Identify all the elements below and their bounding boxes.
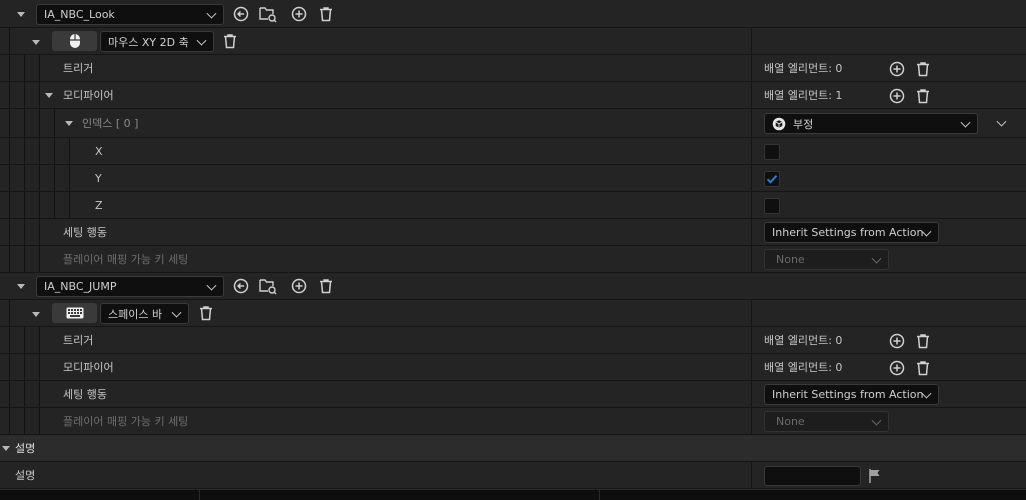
- key-select-mouse[interactable]: 마우스 XY 2D 축: [100, 31, 214, 52]
- mouse-icon: [69, 34, 80, 48]
- z-checkbox[interactable]: [764, 198, 780, 214]
- settings-select[interactable]: Inherit Settings from Action: [764, 222, 939, 243]
- modifier-class-select[interactable]: 부정: [764, 113, 978, 134]
- collapse-triangle[interactable]: [2, 446, 10, 451]
- array-count: 배열 엘리먼트: 0: [764, 361, 843, 374]
- action-select-value: IA_NBC_Look: [44, 8, 115, 21]
- index-label: 인덱스 [ 0 ]: [82, 117, 139, 130]
- trash-icon[interactable]: [915, 333, 931, 349]
- player-settings-row-jump: 플레이어 매핑 가능 키 세팅 None: [0, 408, 1026, 435]
- player-settings-row-look: 플레이어 매핑 가능 키 세팅 None: [0, 246, 1026, 273]
- trigger-label: 트리거: [63, 334, 94, 347]
- reset-arrow-icon[interactable]: [233, 6, 249, 22]
- description-row: 설명: [0, 462, 1026, 489]
- settings-label: 세팅 행동: [63, 226, 107, 239]
- chevron-down-icon: [206, 8, 217, 19]
- player-settings-value: None: [776, 415, 805, 428]
- chevron-down-icon: [196, 35, 207, 46]
- trash-icon[interactable]: [915, 61, 931, 77]
- key-select-value: 마우스 XY 2D 축: [108, 35, 189, 49]
- action-select-jump[interactable]: IA_NBC_JUMP: [36, 276, 224, 297]
- browse-folder-icon[interactable]: [259, 277, 277, 295]
- expand-chevron-icon[interactable]: [996, 116, 1007, 127]
- description-section-header[interactable]: 설명: [0, 435, 1026, 462]
- negate-icon: [772, 117, 786, 131]
- player-settings-label: 플레이어 매핑 가능 키 세팅: [63, 253, 189, 266]
- trigger-row-jump: 트리거 배열 엘리먼트: 0: [0, 327, 1026, 354]
- collapse-triangle[interactable]: [32, 312, 40, 317]
- bottom-bar: [0, 489, 1026, 500]
- player-settings-select[interactable]: None: [764, 411, 889, 432]
- trash-icon[interactable]: [198, 305, 214, 321]
- action-row-jump: IA_NBC_JUMP: [0, 273, 1026, 300]
- add-circle-icon[interactable]: [291, 278, 307, 294]
- settings-select[interactable]: Inherit Settings from Action: [764, 384, 939, 405]
- keyboard-icon: [66, 307, 83, 319]
- description-input[interactable]: [764, 466, 861, 486]
- collapse-triangle[interactable]: [17, 284, 25, 289]
- trash-icon[interactable]: [915, 360, 931, 376]
- add-circle-icon[interactable]: [889, 360, 905, 376]
- add-circle-icon[interactable]: [889, 333, 905, 349]
- settings-select-value: Inherit Settings from Action: [772, 388, 924, 401]
- array-count: 배열 엘리먼트: 0: [764, 62, 843, 75]
- trash-icon[interactable]: [915, 88, 931, 104]
- trash-icon[interactable]: [318, 278, 334, 294]
- key-row-mouse: 마우스 XY 2D 축: [0, 28, 1026, 55]
- chevron-down-icon: [171, 307, 182, 318]
- key-selector-button[interactable]: [52, 31, 97, 51]
- y-row: Y: [0, 165, 1026, 192]
- chevron-down-icon: [871, 415, 882, 426]
- reset-arrow-icon[interactable]: [233, 278, 249, 294]
- player-settings-select[interactable]: None: [764, 249, 889, 270]
- settings-row-jump: 세팅 행동 Inherit Settings from Action: [0, 381, 1026, 408]
- trigger-label: 트리거: [63, 62, 94, 75]
- checkmark-icon: [766, 175, 778, 184]
- x-label: X: [95, 144, 103, 158]
- y-checkbox[interactable]: [764, 171, 780, 187]
- add-circle-icon[interactable]: [889, 88, 905, 104]
- trash-icon[interactable]: [222, 33, 238, 49]
- trash-icon[interactable]: [318, 6, 334, 22]
- trigger-row-look: 트리거 배열 엘리먼트: 0: [0, 55, 1026, 82]
- x-checkbox[interactable]: [764, 144, 780, 160]
- index-row: 인덱스 [ 0 ] 부정: [0, 109, 1026, 138]
- array-count: 배열 엘리먼트: 1: [764, 89, 843, 102]
- browse-folder-icon[interactable]: [259, 5, 277, 23]
- collapse-triangle[interactable]: [65, 121, 73, 126]
- chevron-down-icon: [960, 117, 971, 128]
- flag-icon[interactable]: [867, 468, 883, 484]
- key-row-space: 스페이스 바: [0, 300, 1026, 327]
- key-select-value: 스페이스 바: [108, 307, 163, 321]
- action-select-look[interactable]: IA_NBC_Look: [36, 4, 224, 25]
- modifier-class-value: 부정: [793, 117, 814, 131]
- collapse-triangle[interactable]: [45, 93, 53, 98]
- key-select-space[interactable]: 스페이스 바: [100, 303, 189, 324]
- action-select-value: IA_NBC_JUMP: [44, 280, 117, 293]
- z-row: Z: [0, 192, 1026, 219]
- key-selector-button[interactable]: [52, 303, 97, 323]
- action-row-look: IA_NBC_Look: [0, 0, 1026, 28]
- add-circle-icon[interactable]: [889, 61, 905, 77]
- collapse-triangle[interactable]: [17, 12, 25, 17]
- array-count: 배열 엘리먼트: 0: [764, 334, 843, 347]
- collapse-triangle[interactable]: [32, 40, 40, 45]
- z-label: Z: [95, 198, 103, 212]
- add-circle-icon[interactable]: [291, 6, 307, 22]
- chevron-down-icon: [871, 253, 882, 264]
- x-row: X: [0, 138, 1026, 165]
- settings-label: 세팅 행동: [63, 388, 107, 401]
- player-settings-label: 플레이어 매핑 가능 키 세팅: [63, 415, 189, 428]
- y-label: Y: [95, 171, 102, 185]
- modifier-label: 모디파이어: [63, 361, 114, 374]
- settings-row-look: 세팅 행동 Inherit Settings from Action: [0, 219, 1026, 246]
- description-label: 설명: [15, 469, 36, 482]
- modifier-row-look: 모디파이어 배열 엘리먼트: 1: [0, 82, 1026, 109]
- section-title: 설명: [15, 442, 36, 455]
- chevron-down-icon: [206, 280, 217, 291]
- settings-select-value: Inherit Settings from Action: [772, 226, 924, 239]
- modifier-label: 모디파이어: [63, 89, 114, 102]
- player-settings-value: None: [776, 253, 805, 266]
- modifier-row-jump: 모디파이어 배열 엘리먼트: 0: [0, 354, 1026, 381]
